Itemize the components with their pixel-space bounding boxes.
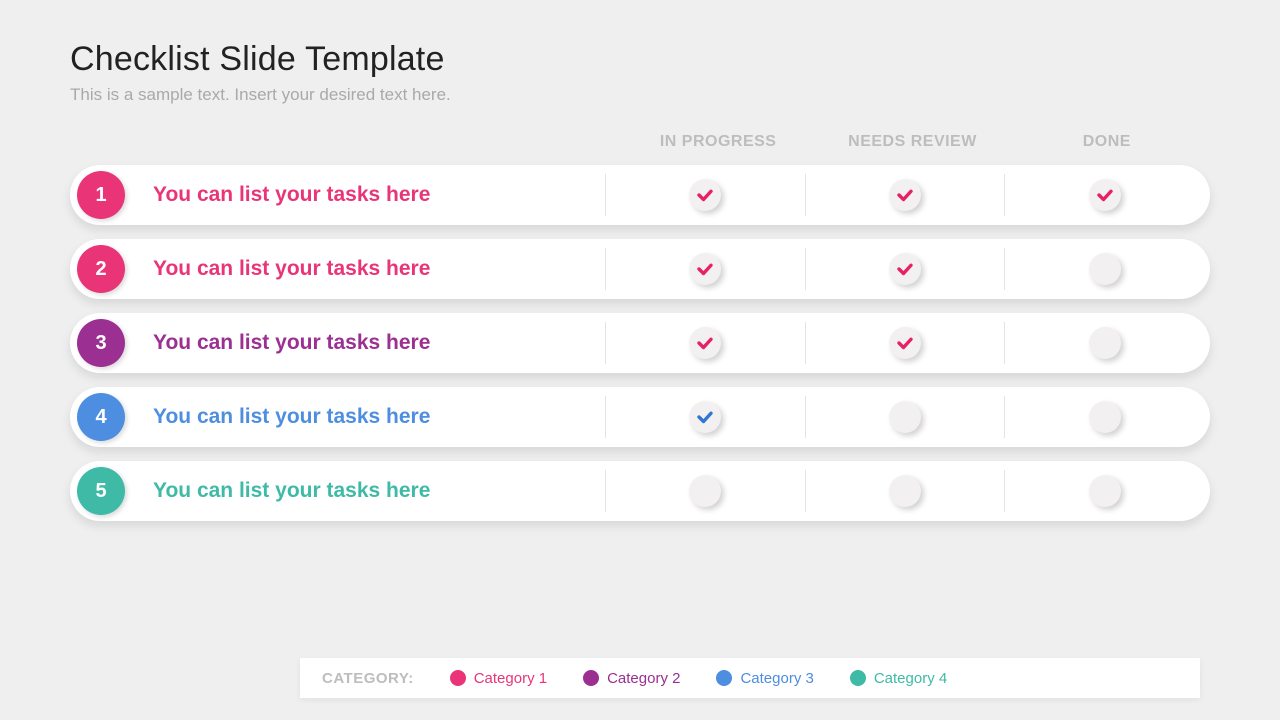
check-icon bbox=[1089, 179, 1121, 211]
status-cell bbox=[805, 248, 1005, 290]
task-number-badge: 4 bbox=[77, 393, 125, 441]
task-label: You can list your tasks here bbox=[125, 479, 605, 503]
status-cell bbox=[1004, 322, 1204, 364]
empty-status-icon bbox=[1089, 475, 1121, 507]
category-legend: CATEGORY: Category 1 Category 2 Category 3… bbox=[300, 658, 1200, 698]
task-label: You can list your tasks here bbox=[125, 257, 605, 281]
task-label: You can list your tasks here bbox=[125, 183, 605, 207]
task-label: You can list your tasks here bbox=[125, 405, 605, 429]
empty-status-icon bbox=[1089, 401, 1121, 433]
status-cell bbox=[805, 322, 1005, 364]
slide-subtitle: This is a sample text. Insert your desir… bbox=[70, 85, 1210, 105]
task-number-badge: 1 bbox=[77, 171, 125, 219]
legend-dot-icon bbox=[583, 670, 599, 686]
status-cell bbox=[805, 396, 1005, 438]
status-cell bbox=[1004, 174, 1204, 216]
empty-status-icon bbox=[889, 401, 921, 433]
col-header-needs-review: NEEDS REVIEW bbox=[815, 133, 1009, 151]
status-cell bbox=[605, 248, 805, 290]
task-row: 1You can list your tasks here bbox=[70, 165, 1210, 225]
check-icon bbox=[689, 253, 721, 285]
status-cell bbox=[1004, 248, 1204, 290]
check-icon bbox=[889, 179, 921, 211]
legend-dot-icon bbox=[850, 670, 866, 686]
column-headers: IN PROGRESS NEEDS REVIEW DONE bbox=[70, 133, 1210, 151]
legend-dot-icon bbox=[450, 670, 466, 686]
status-cell bbox=[605, 322, 805, 364]
legend-label: Category 4 bbox=[874, 670, 947, 687]
check-icon bbox=[689, 327, 721, 359]
status-cell bbox=[605, 470, 805, 512]
status-cell bbox=[805, 174, 1005, 216]
legend-label: Category 2 bbox=[607, 670, 680, 687]
task-number-badge: 5 bbox=[77, 467, 125, 515]
legend-item: Category 3 bbox=[716, 670, 813, 687]
empty-status-icon bbox=[1089, 253, 1121, 285]
slide-title: Checklist Slide Template bbox=[70, 40, 1210, 79]
empty-status-icon bbox=[889, 475, 921, 507]
legend-item: Category 2 bbox=[583, 670, 680, 687]
legend-item: Category 1 bbox=[450, 670, 547, 687]
task-row: 4You can list your tasks here bbox=[70, 387, 1210, 447]
check-icon bbox=[889, 327, 921, 359]
check-icon bbox=[689, 401, 721, 433]
status-cell bbox=[1004, 470, 1204, 512]
col-header-in-progress: IN PROGRESS bbox=[621, 133, 815, 151]
legend-label: Category 3 bbox=[740, 670, 813, 687]
status-cell bbox=[605, 174, 805, 216]
task-number-badge: 3 bbox=[77, 319, 125, 367]
legend-label: Category 1 bbox=[474, 670, 547, 687]
legend-item: Category 4 bbox=[850, 670, 947, 687]
empty-status-icon bbox=[1089, 327, 1121, 359]
col-header-done: DONE bbox=[1010, 133, 1204, 151]
task-row: 5You can list your tasks here bbox=[70, 461, 1210, 521]
legend-dot-icon bbox=[716, 670, 732, 686]
task-row: 2You can list your tasks here bbox=[70, 239, 1210, 299]
status-cell bbox=[805, 470, 1005, 512]
check-icon bbox=[689, 179, 721, 211]
status-cell bbox=[605, 396, 805, 438]
task-label: You can list your tasks here bbox=[125, 331, 605, 355]
status-cell bbox=[1004, 396, 1204, 438]
check-icon bbox=[889, 253, 921, 285]
empty-status-icon bbox=[689, 475, 721, 507]
task-row: 3You can list your tasks here bbox=[70, 313, 1210, 373]
legend-title: CATEGORY: bbox=[322, 670, 414, 687]
task-number-badge: 2 bbox=[77, 245, 125, 293]
